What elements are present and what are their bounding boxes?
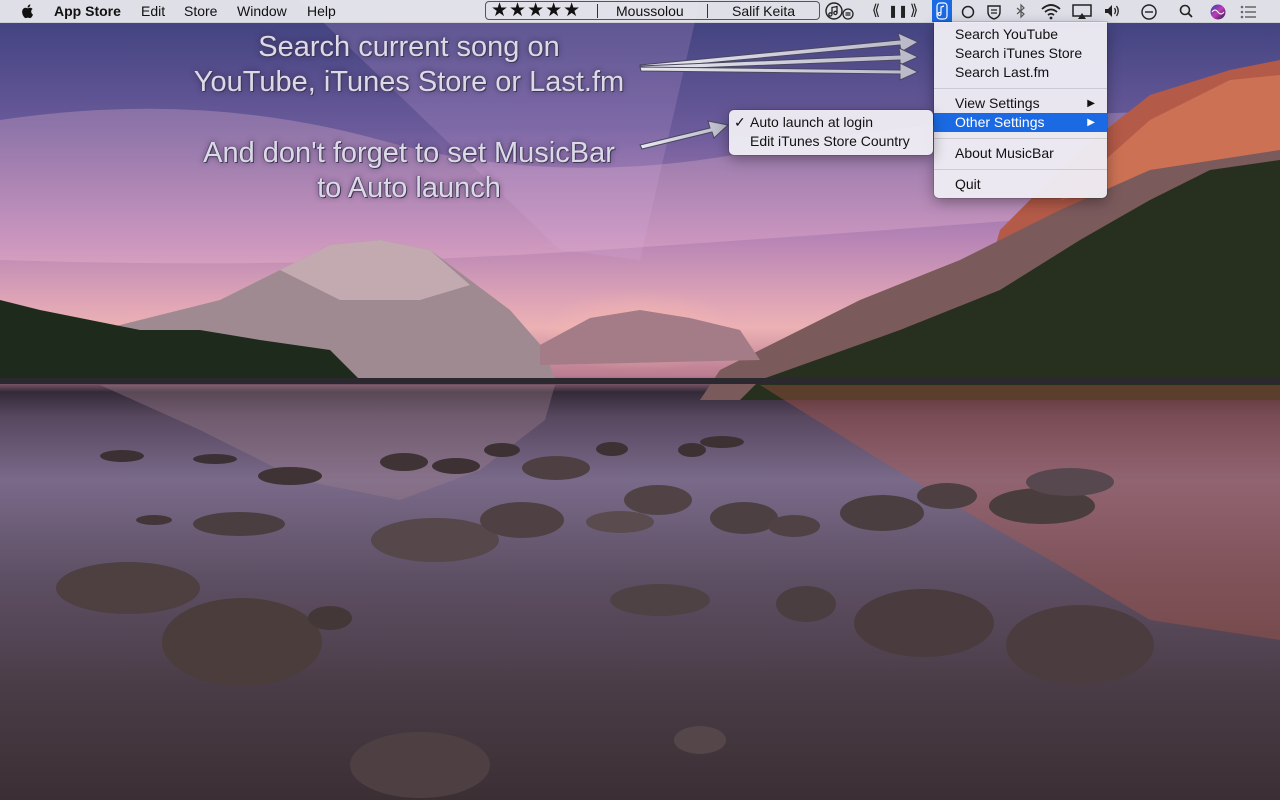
menu-item-edit-itunes-store-country[interactable]: Edit iTunes Store Country	[729, 132, 933, 151]
annotation-line: to Auto launch	[317, 172, 501, 204]
menu-item-search-itunes-store[interactable]: Search iTunes Store	[934, 44, 1107, 63]
bluetooth-icon[interactable]	[1014, 2, 1028, 20]
current-artist[interactable]: Salif Keita	[732, 2, 795, 20]
menu-item-label: Search YouTube	[955, 26, 1059, 42]
annotation-search: Search current song on YouTube, iTunes S…	[170, 30, 648, 100]
menu-item-label: Quit	[955, 176, 981, 192]
menu-item-label: Search iTunes Store	[955, 45, 1083, 61]
submenu-arrow-icon: ▶	[1087, 98, 1095, 109]
checkmark-icon: ✓	[734, 114, 746, 130]
menu-separator	[934, 169, 1107, 170]
apple-icon[interactable]	[20, 3, 36, 19]
menu-item-search-lastfm[interactable]: Search Last.fm	[934, 63, 1107, 82]
current-song-title[interactable]: Moussolou	[616, 2, 684, 20]
pause-icon[interactable]: ❚❚	[888, 2, 908, 20]
other-settings-submenu: ✓ Auto launch at login Edit iTunes Store…	[729, 110, 933, 155]
menu-edit[interactable]: Edit	[141, 2, 165, 20]
menu-item-other-settings[interactable]: Other Settings ▶	[934, 113, 1107, 132]
divider	[597, 4, 598, 18]
notification-center-icon[interactable]	[1238, 2, 1258, 20]
menu-item-label: Auto launch at login	[750, 114, 873, 130]
menu-item-auto-launch-at-login[interactable]: ✓ Auto launch at login	[729, 113, 933, 132]
rating-stars[interactable]: ★★★★★	[491, 0, 581, 22]
siri-icon[interactable]	[1209, 2, 1227, 20]
menu-store[interactable]: Store	[184, 2, 217, 20]
menu-item-label: View Settings	[955, 95, 1040, 111]
submenu-arrow-icon: ▶	[1087, 117, 1095, 128]
menu-item-label: Search Last.fm	[955, 64, 1050, 80]
menu-item-search-youtube[interactable]: Search YouTube	[934, 25, 1107, 44]
circle-icon[interactable]	[960, 2, 976, 20]
menu-help[interactable]: Help	[307, 2, 336, 20]
musicbar-menu-button-selected[interactable]	[932, 0, 952, 22]
musicbar-menu: Search YouTube Search iTunes Store Searc…	[934, 22, 1107, 198]
menu-item-quit[interactable]: Quit	[934, 175, 1107, 194]
divider	[707, 4, 708, 18]
shield-icon[interactable]	[985, 2, 1003, 20]
volume-icon[interactable]	[1102, 2, 1122, 20]
app-menu-app-store[interactable]: App Store	[54, 2, 121, 20]
annotation-line: YouTube, iTunes Store or Last.fm	[193, 66, 625, 98]
menu-item-about-musicbar[interactable]: About MusicBar	[934, 144, 1107, 163]
menu-item-view-settings[interactable]: View Settings ▶	[934, 94, 1107, 113]
search-icon[interactable]	[1178, 2, 1194, 20]
previous-track-icon[interactable]: ⟪	[868, 2, 884, 20]
itunes-icon[interactable]	[824, 2, 858, 20]
wifi-icon[interactable]	[1040, 2, 1062, 20]
do-not-disturb-icon[interactable]	[1140, 2, 1158, 20]
annotation-auto-launch: And don't forget to set MusicBar to Auto…	[170, 136, 648, 206]
airplay-icon[interactable]	[1071, 2, 1093, 20]
menu-window[interactable]: Window	[237, 2, 287, 20]
menu-separator	[934, 138, 1107, 139]
annotation-line: Search current song on	[258, 31, 560, 63]
menu-bar: App Store Edit Store Window Help ★★★★★ M…	[0, 0, 1280, 23]
menu-separator	[934, 88, 1107, 89]
annotation-line: And don't forget to set MusicBar	[203, 137, 615, 169]
menu-item-label: Other Settings	[955, 114, 1045, 130]
menu-item-label: Edit iTunes Store Country	[750, 133, 910, 149]
menu-item-label: About MusicBar	[955, 145, 1054, 161]
next-track-icon[interactable]: ⟫	[906, 2, 922, 20]
